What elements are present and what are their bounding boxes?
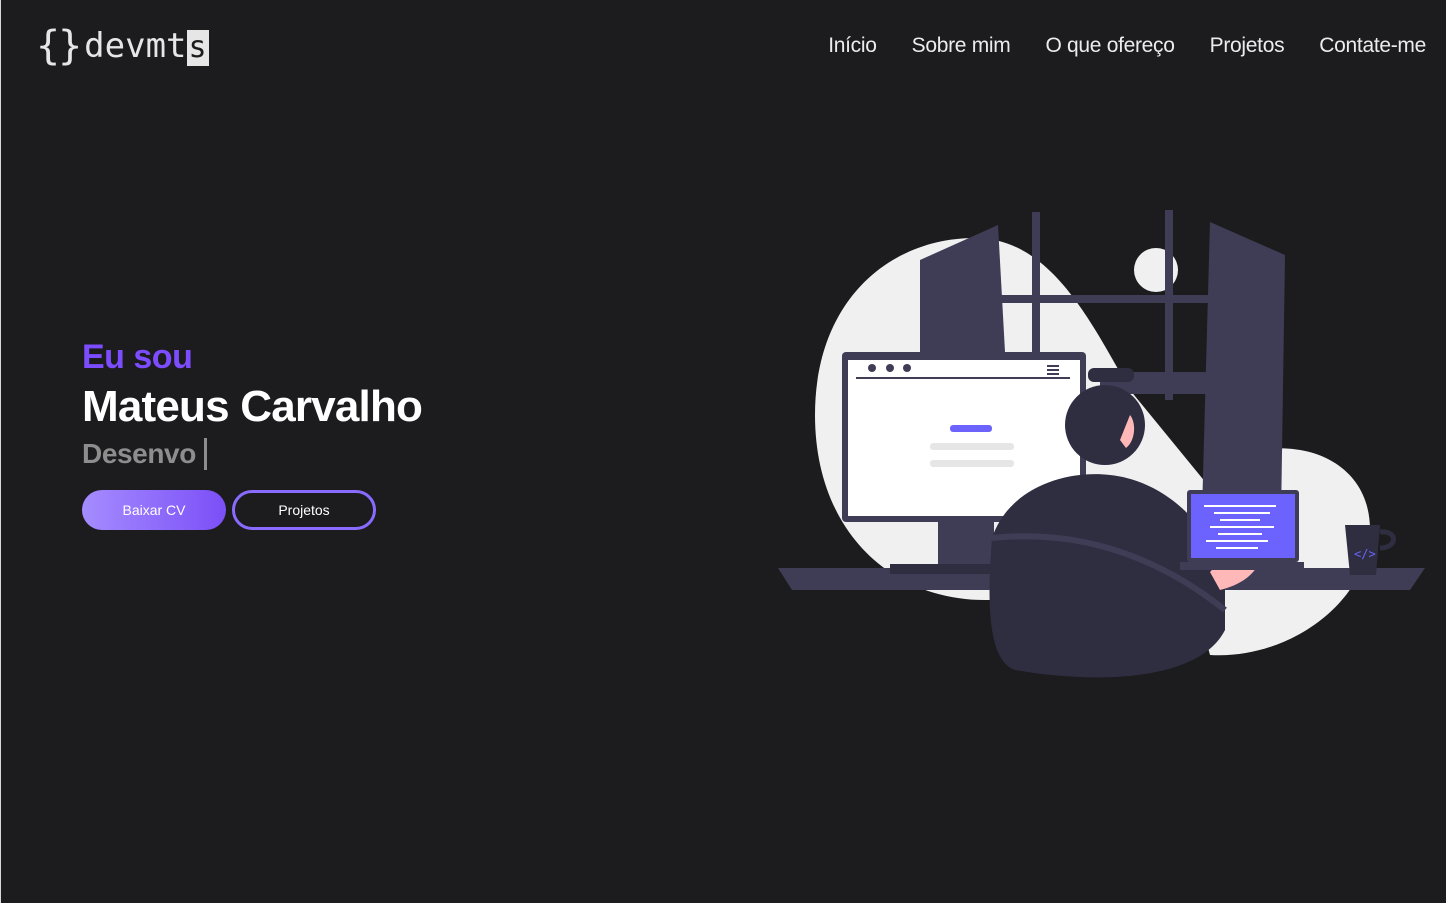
logo[interactable]: {} devmt s [36, 22, 209, 70]
window-mullion-right [1165, 210, 1173, 400]
main-nav: Início Sobre mim O que ofereço Projetos … [828, 34, 1426, 58]
window-mullion-left [1032, 212, 1040, 372]
typed-role-text: Desenvo [82, 438, 196, 469]
mug-code-icon: </> [1354, 547, 1376, 561]
window-bar [1000, 295, 1210, 303]
nav-link-contate-me[interactable]: Contate-me [1319, 34, 1426, 58]
hero-buttons: Baixar CV Projetos [82, 490, 422, 530]
download-cv-button[interactable]: Baixar CV [82, 490, 226, 530]
hero-name: Mateus Carvalho [82, 382, 423, 431]
monitor-stand [938, 522, 994, 568]
nav-link-projetos[interactable]: Projetos [1210, 34, 1285, 58]
logo-braces: {} [36, 23, 82, 69]
hero-eyebrow: Eu sou [82, 338, 193, 376]
typing-caret [203, 438, 207, 470]
screen-accent-bar [950, 425, 992, 432]
nav-link-o-que-ofereco[interactable]: O que ofereço [1045, 34, 1174, 58]
logo-cursor-letter: s [186, 30, 209, 66]
logo-text: devmt [84, 26, 187, 66]
projects-button[interactable]: Projetos [232, 490, 376, 530]
hero-section: Eu sou Mateus Carvalho Desenvo Baixar CV… [82, 336, 423, 530]
nav-link-sobre-mim[interactable]: Sobre mim [912, 34, 1011, 58]
nav-link-inicio[interactable]: Início [828, 34, 877, 58]
hero-role: Desenvo [82, 434, 422, 474]
developer-illustration: </> [778, 210, 1425, 678]
page-border [0, 0, 1, 903]
